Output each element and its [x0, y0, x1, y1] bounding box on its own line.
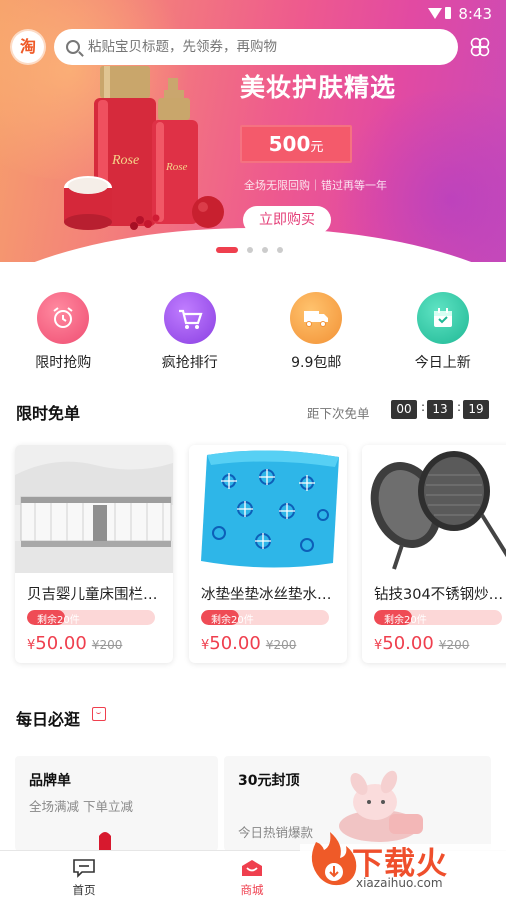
countdown-minutes: 13 — [427, 400, 453, 419]
quick-nav-icon-bg — [37, 292, 90, 344]
search-icon — [66, 40, 80, 54]
tab-mall-label: 商城 — [240, 883, 264, 897]
product-prices: ¥50.00 ¥200 — [201, 633, 347, 654]
daily-section-title: 每日必逛 — [16, 710, 81, 729]
product-price: ¥50.00 — [27, 633, 87, 654]
countdown-seconds: 19 — [463, 400, 489, 419]
product-price: ¥50.00 — [201, 633, 261, 654]
stock-remaining: 剩余20件 — [384, 615, 427, 625]
product-image — [15, 445, 173, 573]
carousel-dot[interactable] — [277, 247, 283, 253]
quick-nav-icon-bg — [290, 292, 343, 344]
quick-nav-icon-bg — [163, 292, 216, 344]
tile-title: 品牌单 — [29, 773, 71, 789]
ice-cushion-image — [189, 445, 347, 573]
product-image — [362, 445, 506, 573]
watermark-url: xiazaihuo.com — [356, 876, 443, 890]
stock-remaining: 剩余20件 — [37, 615, 80, 625]
quick-nav-ranking[interactable]: 疯抢排行 — [127, 292, 254, 372]
flash-section-title: 限时免单 — [16, 404, 81, 423]
product-name: 贝吉婴儿童床围栏… — [27, 587, 158, 603]
price-value: 50.00 — [35, 633, 87, 654]
categories-icon[interactable] — [469, 36, 491, 58]
message-icon — [73, 859, 95, 878]
battery-icon — [445, 7, 451, 19]
cosmetics-product-image: Rose Rose — [64, 66, 224, 230]
countdown-separator: : — [457, 400, 462, 414]
daily-tile-brand[interactable]: 品牌单 全场满减 下单立减 — [15, 756, 218, 851]
countdown-separator: : — [421, 400, 426, 414]
carousel-dot[interactable] — [262, 247, 268, 253]
stock-remaining: 剩余20件 — [211, 615, 254, 625]
product-prices: ¥50.00 ¥200 — [27, 633, 173, 654]
tab-home[interactable]: 首页 — [34, 851, 134, 900]
banner-price-unit: 元 — [310, 140, 324, 155]
steel-wok-image — [362, 445, 506, 573]
original-price: ¥200 — [91, 638, 123, 652]
banner-title: 美妆护肤精选 — [240, 73, 397, 102]
product-card[interactable]: 冰垫坐垫冰丝垫水… 剩余20件 ¥50.00 ¥200 — [189, 445, 347, 663]
carousel-indicator[interactable] — [216, 247, 292, 253]
mall-icon — [242, 860, 262, 876]
product-name: 钻技304不锈钢炒… — [374, 587, 504, 603]
product-name: 冰垫坐垫冰丝垫水… — [201, 587, 332, 603]
countdown-hours: 00 — [391, 400, 417, 419]
product-card[interactable]: 钻技304不锈钢炒… 剩余20件 ¥50.00 ¥200 — [362, 445, 506, 663]
stock-progress: 剩余20件 — [374, 610, 502, 625]
banner-price: 500 — [268, 132, 311, 156]
bottle-brand-text: Rose — [111, 153, 139, 168]
wifi-icon — [428, 8, 442, 19]
product-image — [189, 445, 347, 573]
quick-nav-label: 限时抢购 — [35, 355, 92, 371]
product-price: ¥50.00 — [374, 633, 434, 654]
tile-title: 30元封顶 — [238, 773, 300, 789]
tab-mall[interactable]: 商城 — [202, 851, 302, 900]
status-time: 8:43 — [458, 5, 492, 23]
price-value: 50.00 — [209, 633, 261, 654]
lipstick-image — [99, 832, 111, 851]
countdown-label: 距下次免单 — [307, 406, 370, 421]
quick-nav-flash-sale[interactable]: 限时抢购 — [0, 292, 127, 372]
product-card[interactable]: 贝吉婴儿童床围栏… 剩余20件 ¥50.00 ¥200 — [15, 445, 173, 663]
stock-progress: 剩余20件 — [201, 610, 329, 625]
quick-nav-free-shipping[interactable]: 9.9包邮 — [253, 292, 380, 372]
banner-price-tag: 500元 — [240, 125, 352, 163]
original-price: ¥200 — [438, 638, 470, 652]
bottle-brand-text: Rose — [165, 161, 188, 173]
quick-nav-new-today[interactable]: 今日上新 — [380, 292, 506, 372]
quick-nav: 限时抢购 疯抢排行 9.9包邮 今日上新 — [0, 292, 506, 372]
original-price: ¥200 — [265, 638, 297, 652]
price-value: 50.00 — [382, 633, 434, 654]
shopping-bag-icon — [92, 707, 106, 721]
quick-nav-label: 疯抢排行 — [161, 355, 218, 371]
stock-progress: 剩余20件 — [27, 610, 155, 625]
search-bar[interactable] — [54, 29, 458, 65]
search-input[interactable] — [88, 39, 428, 55]
tile-subtitle: 全场满减 下单立减 — [29, 799, 133, 814]
carousel-dot[interactable] — [247, 247, 253, 253]
delivery-truck-icon — [304, 311, 329, 327]
banner-subtitle: 全场无限回购｜错过再等一年 — [244, 179, 387, 192]
quick-nav-label: 9.9包邮 — [291, 355, 342, 371]
calendar-icon — [433, 308, 452, 327]
carousel-dot-active[interactable] — [216, 247, 238, 253]
tab-home-label: 首页 — [72, 883, 96, 897]
shopping-cart-icon — [178, 309, 203, 329]
app-logo[interactable]: 淘 — [12, 31, 44, 63]
quick-nav-icon-bg — [416, 292, 469, 344]
flash-product-list: 贝吉婴儿童床围栏… 剩余20件 ¥50.00 ¥200 冰垫坐垫冰丝垫水… 剩余… — [0, 445, 506, 665]
alarm-clock-icon — [53, 307, 73, 328]
product-prices: ¥50.00 ¥200 — [374, 633, 506, 654]
quick-nav-label: 今日上新 — [414, 355, 471, 371]
crib-rail-image — [15, 445, 173, 573]
